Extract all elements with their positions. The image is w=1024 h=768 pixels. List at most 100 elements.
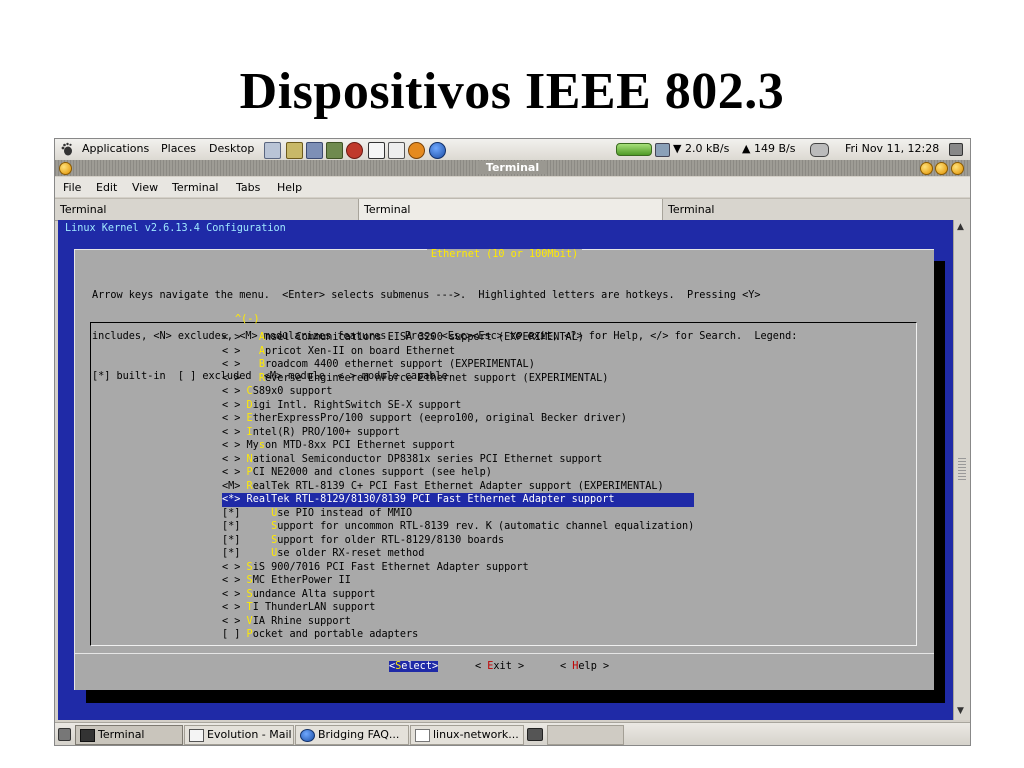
option-row[interactable]: < > Broadcom 4400 ethernet support (EXPE…: [222, 358, 694, 372]
globe-icon: [300, 729, 315, 742]
help-launcher-icon[interactable]: [408, 142, 425, 159]
option-label: pricot Xen-II on board Ethernet: [264, 345, 456, 357]
menu-file[interactable]: File: [63, 181, 81, 194]
option-row[interactable]: < > Sundance Alta support: [222, 588, 694, 602]
menubar: File Edit View Terminal Tabs Help: [55, 177, 970, 197]
option-row[interactable]: < > Apricot Xen-II on board Ethernet: [222, 345, 694, 359]
task-bridging-faq[interactable]: Bridging FAQ...: [295, 725, 409, 745]
options-list: < > Ansel Communications EISA 3200 suppo…: [222, 331, 695, 642]
clock[interactable]: Fri Nov 11, 12:28: [845, 142, 939, 155]
maximize-icon[interactable]: [935, 162, 948, 175]
option-row[interactable]: < > Reverse Engineered nForce Ethernet s…: [222, 372, 694, 386]
option-label: iS 900/7016 PCI Fast Ethernet Adapter su…: [252, 561, 529, 573]
option-prefix: [*]: [222, 521, 272, 532]
menu-places[interactable]: Places: [161, 142, 196, 155]
option-row[interactable]: < > Myson MTD-8xx PCI Ethernet support: [222, 439, 694, 453]
menu-help[interactable]: Help: [277, 181, 302, 194]
option-prefix: [*]: [222, 548, 272, 559]
option-label: on MTD-8xx PCI Ethernet support: [264, 440, 456, 451]
terminal-scrollbar[interactable]: ▲ ▼: [953, 220, 970, 720]
option-label: ational Semiconductor DP8381x series PCI…: [252, 453, 603, 465]
mail-launcher-icon[interactable]: [326, 142, 343, 159]
show-desktop-icon[interactable]: [949, 143, 963, 156]
task-linux-network[interactable]: linux-network...: [410, 725, 524, 745]
tab-terminal-1[interactable]: Terminal: [55, 199, 359, 220]
download-rate: 2.0 kB/s: [685, 142, 730, 155]
option-row[interactable]: < > PCI NE2000 and clones support (see h…: [222, 466, 694, 480]
workspace-switcher-icon[interactable]: [527, 728, 543, 741]
option-label: se PIO instead of MMIO: [277, 507, 413, 519]
option-row[interactable]: < > National Semiconductor DP8381x serie…: [222, 453, 694, 467]
dialog-separator: [75, 653, 934, 654]
option-row[interactable]: [ ] Pocket and portable adapters: [222, 628, 694, 642]
option-row[interactable]: < > EtherExpressPro/100 support (eepro10…: [222, 412, 694, 426]
network-monitor-icon: [655, 143, 670, 157]
option-row[interactable]: < > SiS 900/7016 PCI Fast Ethernet Adapt…: [222, 561, 694, 575]
button-text: <: [475, 661, 488, 672]
task-terminal[interactable]: Terminal: [75, 725, 183, 745]
menu-terminal[interactable]: Terminal: [172, 181, 219, 194]
option-label: nsel Communications EISA 3200 support (E…: [264, 332, 584, 343]
option-label: IA Rhine support: [252, 615, 351, 627]
top-panel: Applications Places Desktop ▼ 2.0 kB/s ▲…: [55, 139, 970, 161]
menu-applications[interactable]: Applications: [82, 142, 149, 155]
gnome-foot-icon[interactable]: [60, 142, 74, 156]
menuconfig-dialog: Ethernet (10 or 100Mbit) Arrow keys navi…: [74, 249, 934, 690]
option-row[interactable]: < > TI ThunderLAN support: [222, 601, 694, 615]
option-row[interactable]: < > SMC EtherPower II: [222, 574, 694, 588]
window-titlebar[interactable]: Terminal: [55, 160, 970, 176]
tab-terminal-2[interactable]: Terminal: [359, 199, 663, 220]
network-launcher-icon[interactable]: [346, 142, 363, 159]
option-prefix: < >: [222, 615, 247, 627]
text-launcher-icon[interactable]: [388, 142, 405, 159]
menu-view[interactable]: View: [132, 181, 158, 194]
option-prefix: [*]: [222, 507, 272, 519]
option-prefix: <M>: [222, 480, 247, 492]
exit-button[interactable]: < Exit >: [475, 661, 524, 672]
terminal-area[interactable]: Linux Kernel v2.6.13.4 Configuration Eth…: [58, 220, 953, 720]
option-label: upport for older RTL-8129/8130 boards: [277, 534, 505, 546]
close-icon[interactable]: [951, 162, 964, 175]
option-row[interactable]: < > CS89x0 support: [222, 385, 694, 399]
button-text: elect>: [401, 661, 439, 672]
option-row[interactable]: [*] Support for older RTL-8129/8130 boar…: [222, 534, 694, 548]
scroll-down-arrow-icon[interactable]: ▼: [957, 706, 964, 716]
show-desktop-icon[interactable]: [58, 728, 71, 741]
button-text: elp >: [578, 661, 610, 672]
option-prefix: < >: [222, 575, 247, 586]
editor-launcher-icon[interactable]: [306, 142, 323, 159]
scroll-up-arrow-icon[interactable]: ▲: [957, 222, 964, 232]
menu-tabs[interactable]: Tabs: [236, 181, 260, 194]
select-button[interactable]: <Select>: [389, 661, 439, 672]
help-button[interactable]: < Help >: [560, 661, 609, 672]
task-evolution-mail[interactable]: Evolution - Mail: [184, 725, 294, 745]
option-row[interactable]: < > Intel(R) PRO/100+ support: [222, 426, 694, 440]
option-row[interactable]: <M> RealTek RTL-8139 C+ PCI Fast Etherne…: [222, 480, 694, 494]
option-prefix: < >: [222, 332, 259, 343]
upload-arrow-icon: ▲: [742, 142, 751, 155]
menu-desktop[interactable]: Desktop: [209, 142, 254, 155]
minimize-icon[interactable]: [920, 162, 933, 175]
workspace-switcher[interactable]: [547, 725, 624, 745]
scroll-grip[interactable]: [958, 458, 966, 482]
option-row[interactable]: [*] Support for uncommon RTL-8139 rev. K…: [222, 520, 694, 534]
menu-edit[interactable]: Edit: [96, 181, 117, 194]
option-label: therExpressPro/100 support (eepro100, or…: [252, 413, 627, 424]
terminal-launcher-icon[interactable]: [368, 142, 385, 159]
option-prefix: < >: [222, 602, 247, 613]
option-label: roadcom 4400 ethernet support (EXPERIMEN…: [264, 359, 535, 370]
option-row[interactable]: < > Digi Intl. RightSwitch SE-X support: [222, 399, 694, 413]
tab-terminal-3[interactable]: Terminal: [663, 199, 966, 220]
browser-launcher-icon[interactable]: [429, 142, 446, 159]
file-manager-launcher-icon[interactable]: [264, 142, 281, 159]
option-row[interactable]: < > Ansel Communications EISA 3200 suppo…: [222, 331, 694, 345]
notes-launcher-icon[interactable]: [286, 142, 303, 159]
desktop-screenshot: Applications Places Desktop ▼ 2.0 kB/s ▲…: [54, 138, 971, 746]
volume-icon[interactable]: [810, 143, 829, 157]
option-row[interactable]: [*] Use older RX-reset method: [222, 547, 694, 561]
option-prefix: < >: [222, 345, 259, 357]
tab-label: Terminal: [60, 203, 107, 216]
option-row-selected[interactable]: <*> RealTek RTL-8129/8130/8139 PCI Fast …: [222, 493, 695, 507]
option-row[interactable]: [*] Use PIO instead of MMIO: [222, 507, 694, 521]
option-row[interactable]: < > VIA Rhine support: [222, 615, 694, 629]
